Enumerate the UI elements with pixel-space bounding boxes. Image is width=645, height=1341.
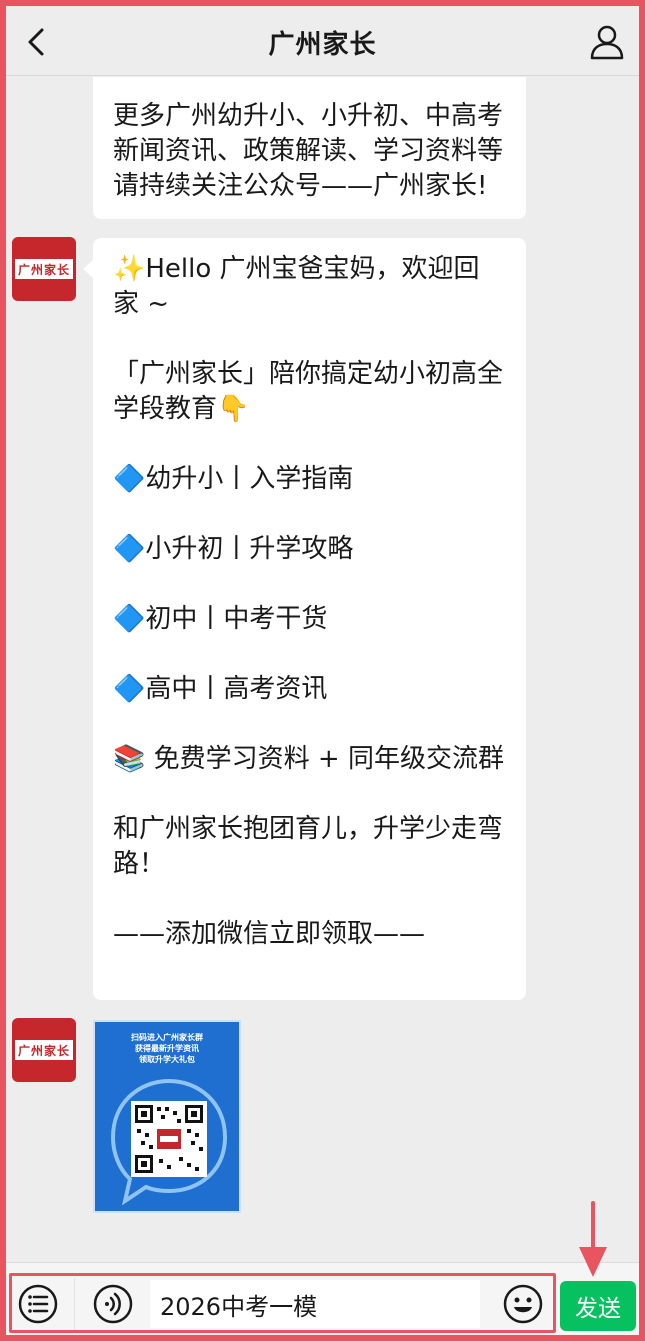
- down-arrow-icon: [579, 1201, 607, 1277]
- divider: [74, 1278, 75, 1330]
- intro-line: 学段教育👇: [113, 394, 250, 424]
- list-item: 🔷高中丨高考资讯: [113, 674, 328, 704]
- greeting-line: ✨Hello 广州宝爸宝妈，欢迎回: [113, 254, 480, 284]
- chat-header: 广州家长: [6, 6, 639, 76]
- greeting-line: 家 ~: [113, 289, 170, 319]
- intro-line: 「广州家长」陪你搞定幼小初高全: [113, 359, 504, 389]
- list-item: 🔷初中丨中考干货: [113, 604, 328, 634]
- avatar[interactable]: 广州家长: [12, 1018, 76, 1082]
- profile-button[interactable]: [585, 20, 629, 64]
- profile-icon: [590, 25, 624, 60]
- qr-caption-line: 扫码进入广州家长群: [131, 1033, 203, 1042]
- input-bar: 发送: [6, 1262, 639, 1335]
- qr-image-message[interactable]: 扫码进入广州家长群 获得最新升学资讯 领取升学大礼包: [93, 1020, 241, 1213]
- avatar[interactable]: 广州家长: [12, 237, 76, 301]
- list-item: 🔷小升初丨升学攻略: [113, 534, 354, 564]
- list-item: 📚 免费学习资料 + 同年级交流群: [113, 744, 504, 774]
- chat-area[interactable]: 更多广州幼升小、小升初、中高考 新闻资讯、政策解读、学习资料等 请持续关注公众号…: [6, 77, 639, 1257]
- qr-caption: 扫码进入广州家长群 获得最新升学资讯 领取升学大礼包: [95, 1032, 239, 1065]
- closing-line: 路！: [113, 849, 166, 879]
- emoji-icon: [503, 1284, 543, 1324]
- avatar-logo: 广州家长: [15, 1038, 73, 1062]
- avatar-label: 广州家长: [17, 1043, 70, 1058]
- send-button[interactable]: 发送: [560, 1281, 636, 1331]
- qr-caption-line: 领取升学大礼包: [139, 1055, 195, 1064]
- list-item: 🔷幼升小丨入学指南: [113, 464, 354, 494]
- avatar-label: 广州家长: [17, 262, 70, 277]
- emoji-button[interactable]: [502, 1283, 544, 1325]
- message-line: 新闻资讯、政策解读、学习资料等: [113, 136, 504, 166]
- qr-code-graphic: [110, 1078, 228, 1206]
- cta-line: ——添加微信立即领取——: [113, 919, 426, 949]
- menu-button[interactable]: [17, 1283, 59, 1325]
- voice-icon: [93, 1284, 133, 1324]
- input-group-highlight: [9, 1273, 556, 1333]
- message-line: 更多广州幼升小、小升初、中高考: [113, 101, 504, 131]
- message-input[interactable]: [150, 1280, 480, 1328]
- menu-list-icon: [18, 1284, 58, 1324]
- avatar-logo: 广州家长: [15, 257, 73, 281]
- message-bubble-info: 更多广州幼升小、小升初、中高考 新闻资讯、政策解读、学习资料等 请持续关注公众号…: [93, 77, 526, 219]
- message-bubble-welcome: ✨Hello 广州宝爸宝妈，欢迎回 家 ~ 「广州家长」陪你搞定幼小初高全 学段…: [83, 238, 526, 1000]
- message-line: 请持续关注公众号——广州家长!: [113, 171, 488, 201]
- voice-button[interactable]: [92, 1283, 134, 1325]
- page-title: 广州家长: [268, 30, 377, 60]
- closing-line: 和广州家长抱团育儿，升学少走弯: [113, 814, 504, 844]
- qr-caption-line: 获得最新升学资讯: [135, 1044, 199, 1053]
